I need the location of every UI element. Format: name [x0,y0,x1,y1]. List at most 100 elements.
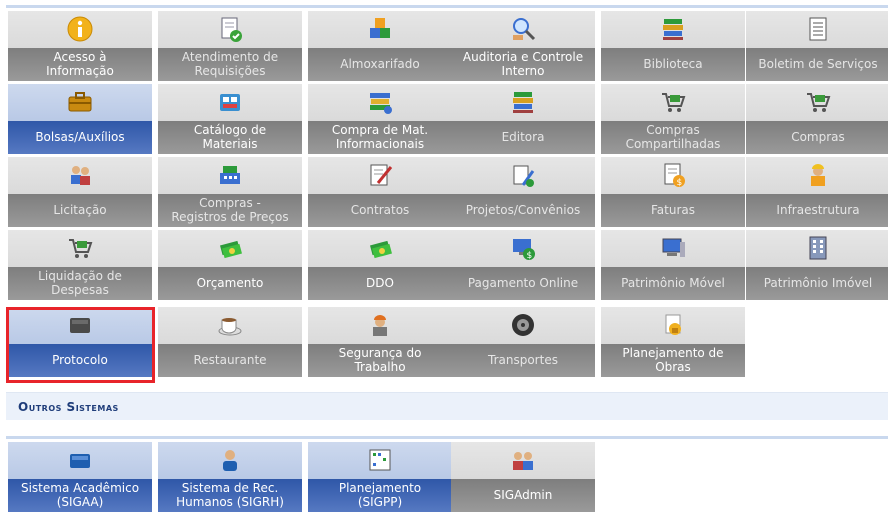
module-label: Catálogo de Materiais [193,123,267,151]
module-tile-projetos-convenios[interactable]: Projetos/Convênios [451,157,595,227]
module-label: Boletim de Serviços [758,57,878,71]
module-label: Almoxarifado [340,57,420,71]
module-tile-acesso-a-informacao[interactable]: Acesso à Informação [8,11,152,81]
module-label: Projetos/Convênios [465,203,581,217]
people-icon [65,159,95,191]
wheel-icon [508,309,538,341]
top-divider [6,5,888,8]
module-tile-protocolo[interactable]: Protocolo [8,307,152,377]
catalog-icon [215,86,245,118]
planning-chart-icon [365,444,395,476]
module-tile-catalogo-de-materiais[interactable]: Catálogo de Materiais [158,84,302,154]
books-icon [658,13,688,45]
module-tile-patrimonio-movel[interactable]: Patrimônio Móvel [601,230,745,300]
person-icon [215,444,245,476]
admin-users-icon [508,444,538,476]
module-label: Compra de Mat. Informacionais [331,123,429,151]
module-label: Editora [501,130,545,144]
module-tile-almoxarifado[interactable]: Almoxarifado [308,11,452,81]
module-tile-compras[interactable]: Compras [746,84,888,154]
magnifier-icon [508,13,538,45]
module-label: Segurança do Trabalho [338,346,422,374]
module-label: Patrimônio Imóvel [763,276,873,290]
module-label: Infraestrutura [776,203,860,217]
academic-book-icon [65,444,95,476]
other-systems-title: Outros Sistemas [18,400,119,414]
module-label: Sistema de Rec. Humanos (SIGRH) [176,481,284,509]
module-label: Auditoria e Controle Interno [462,50,584,78]
building-icon [803,232,833,264]
cash-register-icon [215,159,245,191]
module-label: Compras [791,130,845,144]
module-label: Contratos [350,203,410,217]
module-label: Patrimônio Móvel [621,276,725,290]
briefcase-icon [65,86,95,118]
system-tile-sistema-academico-sigaa[interactable]: Sistema Acadêmico (SIGAA) [8,442,152,512]
module-tile-compras-compartilhadas[interactable]: Compras Compartilhadas [601,84,745,154]
system-tile-sigadmin[interactable]: SIGAdmin [451,442,595,512]
module-tile-pagamento-online[interactable]: $ Pagamento Online [451,230,595,300]
boxes-icon [365,13,395,45]
computer-icon [658,232,688,264]
module-tile-infraestrutura[interactable]: Infraestrutura [746,157,888,227]
module-label: SIGAdmin [493,488,553,502]
module-label: Licitação [53,203,107,217]
cart-icon [658,86,688,118]
module-tile-auditoria-e-controle-interno[interactable]: Auditoria e Controle Interno [451,11,595,81]
system-tile-sistema-de-rec-humanos-sigrh[interactable]: Sistema de Rec. Humanos (SIGRH) [158,442,302,512]
module-label: Planejamento de Obras [622,346,724,374]
module-tile-bolsas-auxilios[interactable]: Bolsas/Auxílios [8,84,152,154]
module-label: Biblioteca [643,57,703,71]
module-tile-editora[interactable]: Editora [451,84,595,154]
module-tile-restaurante[interactable]: Restaurante [158,307,302,377]
svg-text:$: $ [527,251,533,261]
module-label: Atendimento de Requisições [181,50,279,78]
module-label: Planejamento (SIGPP) [338,481,422,509]
books-stack-icon [365,86,395,118]
module-label: Sistema Acadêmico (SIGAA) [20,481,140,509]
module-label: Bolsas/Auxílios [35,130,125,144]
document-check-icon [215,13,245,45]
module-tile-transportes[interactable]: Transportes [451,307,595,377]
info-icon [65,13,95,45]
module-label: Orçamento [196,276,264,290]
section-divider [6,436,888,439]
cart-icon [803,86,833,118]
module-tile-licitacao[interactable]: Licitação [8,157,152,227]
module-tile-atendimento-de-requisicoes[interactable]: Atendimento de Requisições [158,11,302,81]
module-tile-liquidacao-de-despesas[interactable]: Liquidação de Despesas [8,230,152,300]
module-tile-planejamento-de-obras[interactable]: Planejamento de Obras [601,307,745,377]
module-label: Restaurante [193,353,267,367]
invoice-icon: $ [658,159,688,191]
money-icon [215,232,245,264]
module-label: Faturas [650,203,695,217]
module-label: Liquidação de Despesas [38,269,122,297]
module-label: Compras Compartilhadas [625,123,721,151]
worker-icon [803,159,833,191]
money-icon [365,232,395,264]
module-tile-patrimonio-imovel[interactable]: Patrimônio Imóvel [746,230,888,300]
module-label: Transportes [488,353,558,367]
module-tile-compras-registros-de-precos[interactable]: Compras - Registros de Preços [158,157,302,227]
module-label: Protocolo [52,353,108,367]
module-tile-orcamento[interactable]: Orçamento [158,230,302,300]
module-tile-biblioteca[interactable]: Biblioteca [601,11,745,81]
module-label: Acesso à Informação [46,50,114,78]
books-icon [508,86,538,118]
online-payment-icon: $ [508,232,538,264]
book-icon [65,309,95,341]
bulletin-icon [803,13,833,45]
construction-icon [658,309,688,341]
tools-icon [508,159,538,191]
module-tile-boletim-de-servicos[interactable]: Boletim de Serviços [746,11,888,81]
module-tile-seguranca-do-trabalho[interactable]: Segurança do Trabalho [308,307,452,377]
safety-worker-icon [365,309,395,341]
module-label: Compras - Registros de Preços [171,196,289,224]
module-tile-faturas[interactable]: $ Faturas [601,157,745,227]
module-tile-ddo[interactable]: DDO [308,230,452,300]
module-tile-compra-de-mat-informacionais[interactable]: Compra de Mat. Informacionais [308,84,452,154]
module-tile-contratos[interactable]: Contratos [308,157,452,227]
contract-pen-icon [365,159,395,191]
system-tile-planejamento-sigpp[interactable]: Planejamento (SIGPP) [308,442,452,512]
svg-text:$: $ [677,178,683,188]
